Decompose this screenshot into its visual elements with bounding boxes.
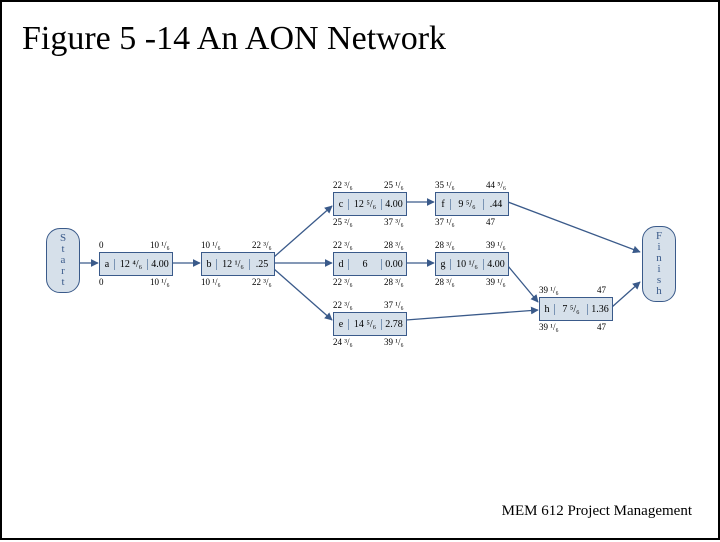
node-f-ls: 37 ¹/₆: [435, 217, 455, 227]
node-f-es: 35 ¹/₆: [435, 180, 455, 190]
node-a-lf: 10 ¹/₆: [150, 277, 170, 287]
node-g-var: 4.00: [484, 259, 508, 270]
node-h-ef: 47: [597, 285, 606, 295]
node-a-id: a: [100, 259, 115, 270]
node-g-id: g: [436, 259, 451, 270]
node-h-ls: 39 ¹/₆: [539, 322, 559, 332]
node-d-te: 6: [349, 259, 382, 270]
node-g-lf: 39 ¹/₆: [486, 277, 506, 287]
node-d-ls: 22 ³/₆: [333, 277, 353, 287]
edge-h-finish: [612, 282, 640, 307]
node-d-ef: 28 ³/₆: [384, 240, 404, 250]
node-e-es: 22 ³/₆: [333, 300, 353, 310]
node-c-te: 12 ⁵/₆: [349, 199, 382, 210]
node-g-ls: 28 ³/₆: [435, 277, 455, 287]
node-c-lf: 37 ³/₆: [384, 217, 404, 227]
node-e-var: 2.78: [382, 319, 406, 330]
node-d-id: d: [334, 259, 349, 270]
edge-f-finish: [508, 202, 640, 252]
node-e: e 14 ⁵/₆ 2.78: [333, 312, 407, 336]
node-e-ls: 24 ³/₆: [333, 337, 353, 347]
node-b-es: 10 ¹/₆: [201, 240, 221, 250]
node-b-var: .25: [250, 259, 274, 270]
node-h-id: h: [540, 304, 555, 315]
node-e-id: e: [334, 319, 349, 330]
node-h-te: 7 ⁵/₆: [555, 304, 588, 315]
node-d-var: 0.00: [382, 259, 406, 270]
slide-footer: MEM 612 Project Management: [502, 503, 692, 520]
node-b-te: 12 ¹/₆: [217, 259, 250, 270]
node-f: f 9 ⁵/₆ .44: [435, 192, 509, 216]
node-e-te: 14 ⁵/₆: [349, 319, 382, 330]
node-c-ls: 25 ²/₆: [333, 217, 353, 227]
node-a-ef: 10 ¹/₆: [150, 240, 170, 250]
edge-b-c: [274, 206, 332, 257]
node-a: a 12 ⁴/₆ 4.00: [99, 252, 173, 276]
node-c: c 12 ⁵/₆ 4.00: [333, 192, 407, 216]
node-b-ls: 10 ¹/₆: [201, 277, 221, 287]
node-f-lf: 47: [486, 217, 495, 227]
edge-e-h: [406, 310, 538, 320]
node-c-var: 4.00: [382, 199, 406, 210]
node-h-lf: 47: [597, 322, 606, 332]
node-c-es: 22 ³/₆: [333, 180, 353, 190]
node-g-es: 28 ³/₆: [435, 240, 455, 250]
node-b: b 12 ¹/₆ .25: [201, 252, 275, 276]
node-e-ef: 37 ¹/₆: [384, 300, 404, 310]
node-f-te: 9 ⁵/₆: [451, 199, 484, 210]
node-g-te: 10 ¹/₆: [451, 259, 484, 270]
node-g: g 10 ¹/₆ 4.00: [435, 252, 509, 276]
finish-node: Finish: [642, 226, 676, 302]
node-a-te: 12 ⁴/₆: [115, 259, 148, 270]
node-d-es: 22 ³/₆: [333, 240, 353, 250]
node-b-lf: 22 ³/₆: [252, 277, 272, 287]
node-f-id: f: [436, 199, 451, 210]
node-d: d 6 0.00: [333, 252, 407, 276]
edge-g-h: [508, 266, 538, 302]
node-a-var: 4.00: [148, 259, 172, 270]
node-g-ef: 39 ¹/₆: [486, 240, 506, 250]
node-a-ls: 0: [99, 277, 104, 287]
node-d-lf: 28 ³/₆: [384, 277, 404, 287]
node-h-var: 1.36: [588, 304, 612, 315]
node-f-ef: 44 ⁵/₆: [486, 180, 506, 190]
diagram-canvas: Start Finish a 12 ⁴/₆ 4.00 0 10 ¹/₆ 0 10…: [2, 2, 718, 538]
edge-b-e: [274, 269, 332, 320]
node-c-ef: 25 ¹/₆: [384, 180, 404, 190]
slide: Figure 5 -14 An AON Network Start Finish: [0, 0, 720, 540]
node-h: h 7 ⁵/₆ 1.36: [539, 297, 613, 321]
node-b-ef: 22 ³/₆: [252, 240, 272, 250]
node-b-id: b: [202, 259, 217, 270]
node-c-id: c: [334, 199, 349, 210]
node-e-lf: 39 ¹/₆: [384, 337, 404, 347]
start-node: Start: [46, 228, 80, 293]
node-a-es: 0: [99, 240, 104, 250]
node-f-var: .44: [484, 199, 508, 210]
node-h-es: 39 ¹/₆: [539, 285, 559, 295]
